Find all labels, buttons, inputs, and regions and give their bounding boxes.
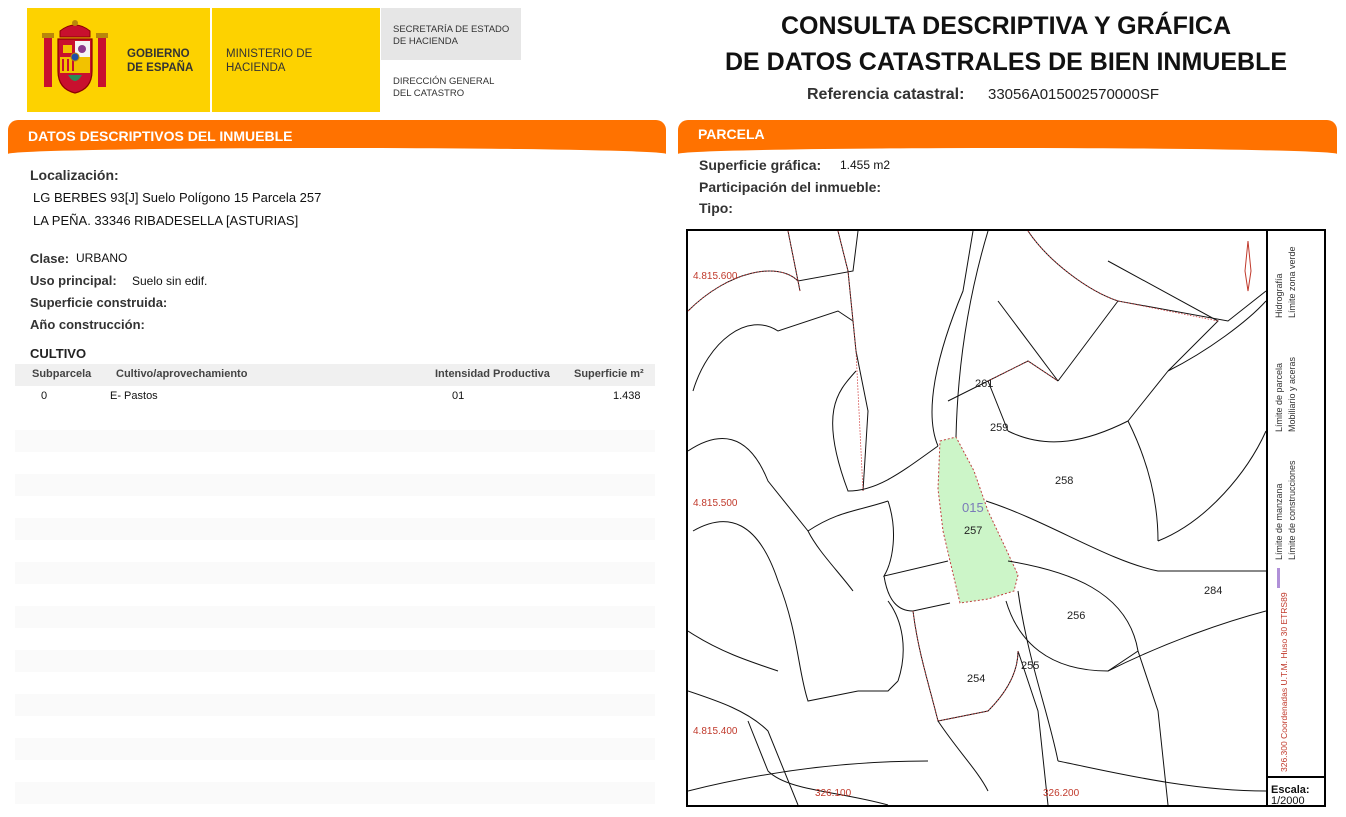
legend-separator: [1266, 231, 1268, 805]
parcel-label-255[interactable]: 255: [1021, 660, 1039, 672]
gobierno-label: GOBIERNO DE ESPAÑA: [127, 48, 194, 74]
ref-catastral-value: 33056A015002570000SF: [988, 86, 1159, 103]
legend-coordenadas: 326.300 Coordenadas U.T.M. Huso 30 ETRS8…: [1279, 592, 1289, 772]
ref-catastral-label: Referencia catastral:: [807, 86, 965, 103]
parcela-title: PARCELA: [698, 126, 765, 142]
legend-hidrografia: Hidrografía: [1274, 273, 1284, 318]
coord-y-3: 4.815.400: [693, 726, 738, 737]
parcel-label-257[interactable]: 257: [964, 525, 982, 537]
cell-intensidad: 01: [452, 390, 465, 402]
cell-superficie: 1.438: [613, 390, 641, 402]
page-title-line2: DE DATOS CATASTRALES DE BIEN INMUEBLE: [724, 48, 1288, 76]
cell-subparcela: 0: [41, 390, 48, 402]
parcel-label-256[interactable]: 256: [1067, 610, 1085, 622]
clase-label: Clase:: [30, 251, 70, 266]
col-subparcela: Subparcela: [32, 368, 92, 380]
north-arrow-icon: [1244, 240, 1252, 292]
legend-parcela: Límite de parcela: [1274, 362, 1284, 432]
secretaria-label: SECRETARÍA DE ESTADO DE HACIENDA: [393, 24, 510, 47]
page-title-line1: CONSULTA DESCRIPTIVA Y GRÁFICA: [780, 12, 1232, 40]
cultivo-table: Subparcela Cultivo/aprovechamiento Inten…: [15, 364, 655, 814]
parcel-label-258[interactable]: 258: [1055, 475, 1073, 487]
cultivo-title: CULTIVO: [30, 346, 87, 361]
parcel-label-254[interactable]: 254: [967, 673, 985, 685]
superficie-construida-label: Superficie construida:: [30, 295, 168, 310]
table-row-empty: [15, 518, 655, 540]
table-row-empty: [15, 430, 655, 452]
parcel-label-284[interactable]: 284: [1204, 585, 1222, 597]
coord-x-1: 326.100: [815, 788, 852, 799]
parcel-label-261[interactable]: 261: [975, 378, 993, 390]
col-superficie: Superficie m²: [574, 368, 644, 380]
localizacion-line1: LG BERBES 93[J] Suelo Polígono 15 Parcel…: [33, 190, 322, 205]
clase-value: URBANO: [76, 251, 128, 265]
table-row-empty: [15, 738, 655, 760]
table-row-empty: [15, 650, 655, 672]
superficie-grafica-value: 1.455 m2: [840, 158, 891, 172]
superficie-grafica-label: Superficie gráfica:: [699, 157, 822, 173]
col-cultivo: Cultivo/aprovechamiento: [116, 368, 248, 380]
polygon-label: 015: [962, 500, 984, 515]
uso-label: Uso principal:: [30, 273, 117, 288]
table-row-empty: [15, 782, 655, 804]
page-title: CONSULTA DESCRIPTIVA Y GRÁFICA DE DATOS …: [700, 8, 1312, 80]
legend-manzana: Límite de manzana: [1274, 483, 1284, 560]
coord-y-1: 4.815.600: [693, 271, 738, 282]
participacion-label: Participación del inmueble:: [699, 179, 882, 195]
descriptivos-title: DATOS DESCRIPTIVOS DEL INMUEBLE: [28, 128, 293, 144]
col-intensidad: Intensidad Productiva: [435, 368, 550, 380]
localizacion-label: Localización:: [30, 167, 119, 183]
coord-x-2: 326.200: [1043, 788, 1080, 799]
localizacion-line2: LA PEÑA. 33346 RIBADESELLA [ASTURIAS]: [33, 213, 299, 228]
descriptivos-header-bar: DATOS DESCRIPTIVOS DEL INMUEBLE: [8, 120, 666, 154]
parcel-label-259[interactable]: 259: [990, 422, 1008, 434]
uso-value: Suelo sin edif.: [132, 274, 208, 288]
parcel-257-highlight: [937, 436, 1019, 604]
logo-divider: [210, 8, 212, 112]
parcela-header-bar: PARCELA: [678, 120, 1337, 154]
coat-of-arms-icon: [42, 20, 108, 94]
table-row: 0 E- Pastos 01 1.438: [15, 386, 655, 408]
ministerio-label: MINISTERIO DE HACIENDA: [226, 48, 313, 74]
cell-cultivo: E- Pastos: [110, 390, 158, 402]
cultivo-table-header: Subparcela Cultivo/aprovechamiento Inten…: [15, 364, 655, 386]
scale-value: 1/2000: [1271, 795, 1305, 807]
scale-separator: [1266, 776, 1326, 778]
coord-y-2: 4.815.500: [693, 498, 738, 509]
legend-construcciones: Límite de construcciones: [1287, 460, 1297, 560]
anio-construccion-label: Año construcción:: [30, 317, 145, 332]
legend-mobiliario: Mobiliario y aceras: [1287, 356, 1297, 432]
table-row-empty: [15, 562, 655, 584]
table-row-empty: [15, 606, 655, 628]
legend-zona-verde: Límite zona verde: [1287, 246, 1297, 318]
table-row-empty: [15, 694, 655, 716]
legend-manzana-swatch: [1277, 568, 1280, 588]
cadastral-map-drawing: [688, 231, 1266, 805]
direccion-label: DIRECCIÓN GENERAL DEL CATASTRO: [393, 76, 494, 99]
tipo-label: Tipo:: [699, 200, 733, 216]
table-row-empty: [15, 474, 655, 496]
